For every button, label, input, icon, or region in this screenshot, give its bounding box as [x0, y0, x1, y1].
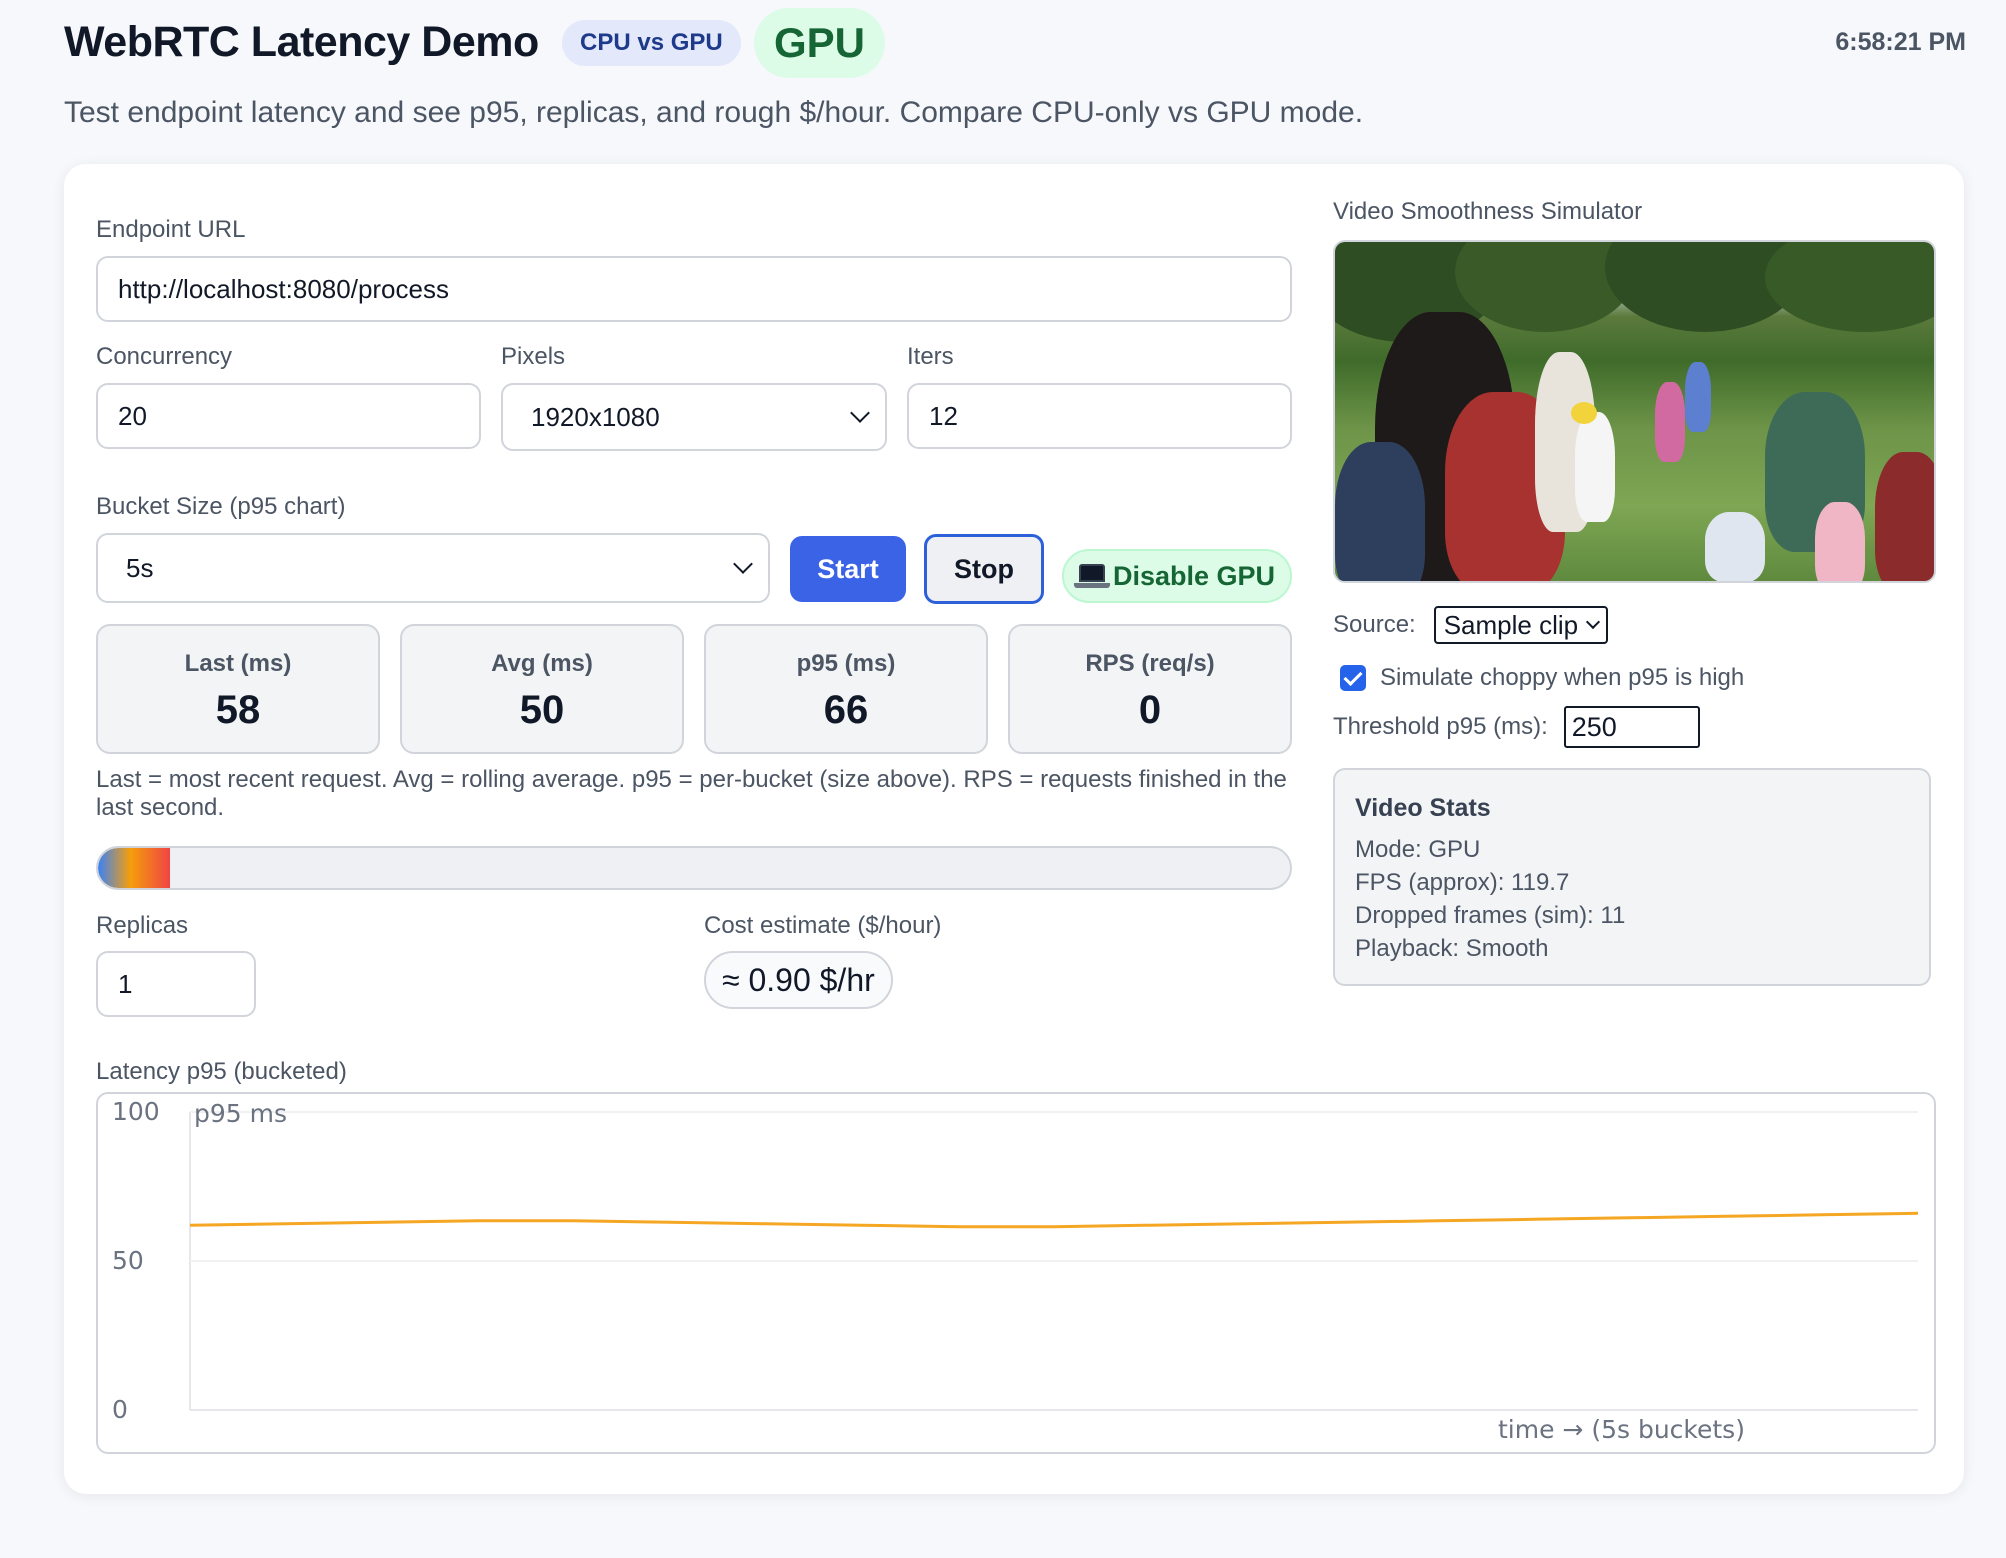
video-stat-fps: FPS (approx): 119.7 [1355, 869, 1570, 896]
chevron-down-icon [850, 403, 870, 423]
clock: 6:58:21 PM [1835, 28, 1966, 56]
concurrency-input[interactable]: 20 [96, 383, 481, 449]
cost-estimate: ≈ 0.90 $/hr [704, 951, 893, 1009]
cost-label: Cost estimate ($/hour) [704, 912, 942, 939]
pixels-select[interactable]: 1920x1080 [501, 383, 887, 451]
threshold-label: Threshold p95 (ms): [1333, 713, 1548, 740]
endpoint-value: http://localhost:8080/process [118, 273, 449, 304]
load-bar [96, 846, 1292, 890]
replicas-input[interactable]: 1 [96, 951, 256, 1017]
bucket-label: Bucket Size (p95 chart) [96, 493, 346, 520]
bucket-value: 5s [126, 552, 154, 583]
y-axis-label: p95 ms [194, 1099, 287, 1128]
chart-section-title: Latency p95 (bucketed) [96, 1058, 347, 1085]
y-tick-label: 100 [112, 1097, 160, 1126]
p95-chart: 0 50 100 p95 ms time → (5s buckets) [96, 1092, 1936, 1454]
stat-label: Last (ms) [184, 650, 292, 677]
compare-badge: CPU vs GPU [562, 20, 741, 66]
stat-label: p95 (ms) [796, 650, 896, 677]
load-bar-fill [98, 848, 170, 888]
start-button[interactable]: Start [790, 536, 906, 602]
endpoint-input[interactable]: http://localhost:8080/process [96, 256, 1292, 322]
threshold-row: Threshold p95 (ms): 250 [1333, 706, 1700, 748]
disable-gpu-label: Disable GPU [1112, 560, 1276, 591]
threshold-input[interactable]: 250 [1563, 706, 1700, 748]
source-label: Source: [1333, 611, 1416, 638]
page-subtitle: Test endpoint latency and see p95, repli… [64, 96, 1364, 129]
threshold-value: 250 [1571, 711, 1617, 742]
chevron-down-icon [1586, 614, 1601, 630]
iters-label: Iters [907, 343, 954, 370]
stat-label: Avg (ms) [491, 650, 593, 677]
endpoint-label: Endpoint URL [96, 216, 246, 243]
page-title: WebRTC Latency Demo [64, 18, 539, 66]
stat-rps: RPS (req/s) 0 [1008, 624, 1292, 754]
p95-chart-svg: 0 50 100 p95 ms time → (5s buckets) [112, 1097, 1919, 1444]
video-stat-dropped: Dropped frames (sim): 11 [1355, 902, 1626, 929]
video-stats-title: Video Stats [1355, 794, 1491, 822]
choppy-checkbox[interactable] [1340, 665, 1366, 691]
iters-value: 12 [929, 400, 958, 431]
y-tick-label: 0 [112, 1395, 128, 1424]
source-row: Source: Sample clip [1333, 606, 1609, 644]
laptop-icon [1073, 564, 1110, 588]
stat-value: 50 [519, 688, 565, 732]
source-select[interactable]: Sample clip [1433, 606, 1609, 644]
stat-avg: Avg (ms) 50 [400, 624, 684, 754]
choppy-row: Simulate choppy when p95 is high [1340, 664, 1744, 692]
pixels-label: Pixels [501, 343, 566, 370]
concurrency-label: Concurrency [96, 343, 233, 370]
stat-value: 66 [823, 688, 869, 732]
video-stat-mode: Mode: GPU [1355, 836, 1481, 863]
stat-p95: p95 (ms) 66 [704, 624, 988, 754]
stat-label: RPS (req/s) [1085, 650, 1215, 677]
video-stats-panel: Video Stats Mode: GPU FPS (approx): 119.… [1333, 768, 1931, 986]
stat-value: 0 [1138, 688, 1162, 732]
p95-series-line [189, 1211, 1919, 1229]
video-section-title: Video Smoothness Simulator [1333, 198, 1643, 225]
disable-gpu-button[interactable]: Disable GPU [1062, 549, 1292, 603]
concurrency-value: 20 [118, 400, 147, 431]
source-value: Sample clip [1443, 609, 1579, 640]
stop-button[interactable]: Stop [924, 534, 1044, 604]
stats-note: Last = most recent request. Avg = rollin… [96, 766, 1287, 821]
stat-value: 58 [215, 688, 261, 732]
y-tick-label: 50 [112, 1246, 144, 1275]
video-stat-playback: Playback: Smooth [1355, 935, 1549, 962]
replicas-label: Replicas [96, 912, 189, 939]
mode-badge: GPU [754, 8, 886, 78]
x-axis-label: time → (5s buckets) [1498, 1415, 1745, 1444]
choppy-label: Simulate choppy when p95 is high [1380, 664, 1745, 691]
iters-input[interactable]: 12 [907, 383, 1292, 449]
pixels-value: 1920x1080 [531, 401, 660, 432]
stat-last: Last (ms) 58 [96, 624, 380, 754]
chevron-down-icon [733, 554, 753, 574]
bucket-select[interactable]: 5s [96, 533, 770, 603]
replicas-value: 1 [118, 968, 133, 999]
video-preview[interactable] [1333, 240, 1936, 583]
